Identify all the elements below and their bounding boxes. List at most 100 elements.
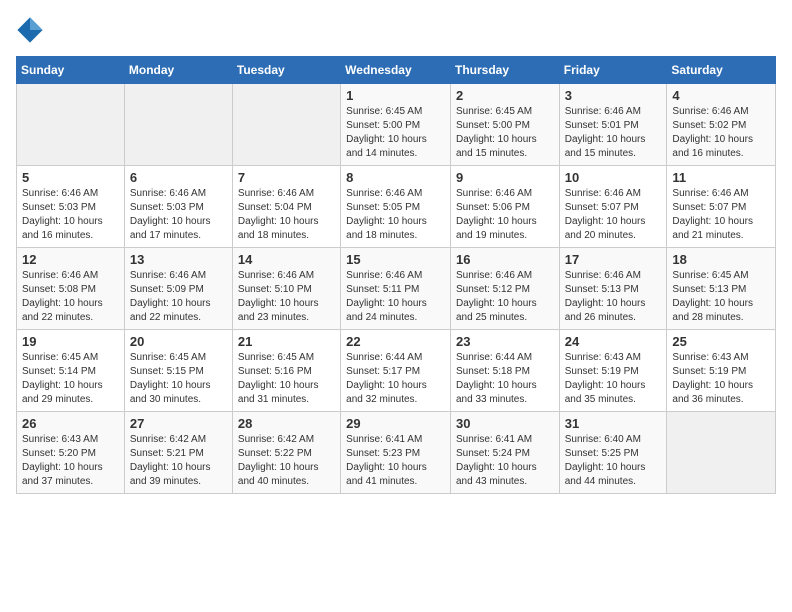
day-cell: 20 Sunrise: 6:45 AMSunset: 5:15 PMDayligh… bbox=[124, 330, 232, 412]
day-cell: 27 Sunrise: 6:42 AMSunset: 5:21 PMDayligh… bbox=[124, 412, 232, 494]
day-cell: 23 Sunrise: 6:44 AMSunset: 5:18 PMDayligh… bbox=[450, 330, 559, 412]
calendar-body: 1 Sunrise: 6:45 AMSunset: 5:00 PMDaylight… bbox=[17, 84, 776, 494]
day-number: 7 bbox=[238, 170, 335, 185]
day-number: 22 bbox=[346, 334, 445, 349]
day-number: 3 bbox=[565, 88, 662, 103]
header-row: SundayMondayTuesdayWednesdayThursdayFrid… bbox=[17, 57, 776, 84]
day-cell: 14 Sunrise: 6:46 AMSunset: 5:10 PMDayligh… bbox=[232, 248, 340, 330]
day-info: Sunrise: 6:45 AMSunset: 5:16 PMDaylight:… bbox=[238, 351, 335, 407]
day-number: 16 bbox=[456, 252, 554, 267]
day-info: Sunrise: 6:44 AMSunset: 5:17 PMDaylight:… bbox=[346, 351, 445, 407]
day-number: 2 bbox=[456, 88, 554, 103]
day-cell: 21 Sunrise: 6:45 AMSunset: 5:16 PMDayligh… bbox=[232, 330, 340, 412]
day-info: Sunrise: 6:46 AMSunset: 5:11 PMDaylight:… bbox=[346, 269, 445, 325]
day-cell: 2 Sunrise: 6:45 AMSunset: 5:00 PMDaylight… bbox=[450, 84, 559, 166]
day-cell: 10 Sunrise: 6:46 AMSunset: 5:07 PMDayligh… bbox=[559, 166, 667, 248]
day-cell: 9 Sunrise: 6:46 AMSunset: 5:06 PMDaylight… bbox=[450, 166, 559, 248]
header-cell-tuesday: Tuesday bbox=[232, 57, 340, 84]
day-info: Sunrise: 6:43 AMSunset: 5:20 PMDaylight:… bbox=[22, 433, 119, 489]
day-number: 12 bbox=[22, 252, 119, 267]
day-cell: 30 Sunrise: 6:41 AMSunset: 5:24 PMDayligh… bbox=[450, 412, 559, 494]
day-info: Sunrise: 6:46 AMSunset: 5:08 PMDaylight:… bbox=[22, 269, 119, 325]
day-number: 6 bbox=[130, 170, 227, 185]
day-info: Sunrise: 6:46 AMSunset: 5:12 PMDaylight:… bbox=[456, 269, 554, 325]
day-info: Sunrise: 6:46 AMSunset: 5:03 PMDaylight:… bbox=[130, 187, 227, 243]
day-number: 19 bbox=[22, 334, 119, 349]
day-cell: 16 Sunrise: 6:46 AMSunset: 5:12 PMDayligh… bbox=[450, 248, 559, 330]
day-cell: 19 Sunrise: 6:45 AMSunset: 5:14 PMDayligh… bbox=[17, 330, 125, 412]
day-info: Sunrise: 6:44 AMSunset: 5:18 PMDaylight:… bbox=[456, 351, 554, 407]
header-cell-thursday: Thursday bbox=[450, 57, 559, 84]
day-number: 21 bbox=[238, 334, 335, 349]
day-info: Sunrise: 6:46 AMSunset: 5:06 PMDaylight:… bbox=[456, 187, 554, 243]
day-info: Sunrise: 6:41 AMSunset: 5:24 PMDaylight:… bbox=[456, 433, 554, 489]
day-cell: 7Sunrise: 6:46 AMSunset: 5:04 PMDaylight… bbox=[232, 166, 340, 248]
day-number: 4 bbox=[672, 88, 770, 103]
day-cell: 6 Sunrise: 6:46 AMSunset: 5:03 PMDaylight… bbox=[124, 166, 232, 248]
day-number: 26 bbox=[22, 416, 119, 431]
day-number: 8 bbox=[346, 170, 445, 185]
day-number: 18 bbox=[672, 252, 770, 267]
calendar-header: SundayMondayTuesdayWednesdayThursdayFrid… bbox=[17, 57, 776, 84]
day-info: Sunrise: 6:45 AMSunset: 5:15 PMDaylight:… bbox=[130, 351, 227, 407]
day-cell: 18 Sunrise: 6:45 AMSunset: 5:13 PMDayligh… bbox=[667, 248, 776, 330]
day-cell: 4Sunrise: 6:46 AMSunset: 5:02 PMDaylight… bbox=[667, 84, 776, 166]
day-info: Sunrise: 6:46 AMSunset: 5:05 PMDaylight:… bbox=[346, 187, 445, 243]
header-cell-sunday: Sunday bbox=[17, 57, 125, 84]
day-number: 13 bbox=[130, 252, 227, 267]
page-header bbox=[16, 16, 776, 44]
day-cell bbox=[17, 84, 125, 166]
day-cell: 28Sunrise: 6:42 AMSunset: 5:22 PMDayligh… bbox=[232, 412, 340, 494]
day-info: Sunrise: 6:46 AMSunset: 5:07 PMDaylight:… bbox=[565, 187, 662, 243]
day-info: Sunrise: 6:42 AMSunset: 5:21 PMDaylight:… bbox=[130, 433, 227, 489]
day-info: Sunrise: 6:43 AMSunset: 5:19 PMDaylight:… bbox=[565, 351, 662, 407]
day-info: Sunrise: 6:45 AMSunset: 5:14 PMDaylight:… bbox=[22, 351, 119, 407]
day-info: Sunrise: 6:46 AMSunset: 5:09 PMDaylight:… bbox=[130, 269, 227, 325]
day-cell: 26 Sunrise: 6:43 AMSunset: 5:20 PMDayligh… bbox=[17, 412, 125, 494]
day-cell: 1 Sunrise: 6:45 AMSunset: 5:00 PMDaylight… bbox=[341, 84, 451, 166]
day-info: Sunrise: 6:45 AMSunset: 5:13 PMDaylight:… bbox=[672, 269, 770, 325]
day-number: 29 bbox=[346, 416, 445, 431]
week-row-2: 5Sunrise: 6:46 AMSunset: 5:03 PMDaylight… bbox=[17, 166, 776, 248]
day-info: Sunrise: 6:46 AMSunset: 5:10 PMDaylight:… bbox=[238, 269, 335, 325]
day-number: 1 bbox=[346, 88, 445, 103]
day-info: Sunrise: 6:45 AMSunset: 5:00 PMDaylight:… bbox=[456, 105, 554, 161]
logo bbox=[16, 16, 48, 44]
day-number: 23 bbox=[456, 334, 554, 349]
day-cell: 25Sunrise: 6:43 AMSunset: 5:19 PMDayligh… bbox=[667, 330, 776, 412]
header-cell-monday: Monday bbox=[124, 57, 232, 84]
calendar-table: SundayMondayTuesdayWednesdayThursdayFrid… bbox=[16, 56, 776, 494]
day-number: 9 bbox=[456, 170, 554, 185]
day-number: 14 bbox=[238, 252, 335, 267]
week-row-5: 26 Sunrise: 6:43 AMSunset: 5:20 PMDayligh… bbox=[17, 412, 776, 494]
header-cell-saturday: Saturday bbox=[667, 57, 776, 84]
day-number: 20 bbox=[130, 334, 227, 349]
day-number: 17 bbox=[565, 252, 662, 267]
day-cell: 31Sunrise: 6:40 AMSunset: 5:25 PMDayligh… bbox=[559, 412, 667, 494]
day-cell: 5Sunrise: 6:46 AMSunset: 5:03 PMDaylight… bbox=[17, 166, 125, 248]
logo-icon bbox=[16, 16, 44, 44]
week-row-3: 12 Sunrise: 6:46 AMSunset: 5:08 PMDayligh… bbox=[17, 248, 776, 330]
day-cell: 3Sunrise: 6:46 AMSunset: 5:01 PMDaylight… bbox=[559, 84, 667, 166]
week-row-1: 1 Sunrise: 6:45 AMSunset: 5:00 PMDaylight… bbox=[17, 84, 776, 166]
day-info: Sunrise: 6:40 AMSunset: 5:25 PMDaylight:… bbox=[565, 433, 662, 489]
day-cell: 24 Sunrise: 6:43 AMSunset: 5:19 PMDayligh… bbox=[559, 330, 667, 412]
day-number: 11 bbox=[672, 170, 770, 185]
week-row-4: 19 Sunrise: 6:45 AMSunset: 5:14 PMDayligh… bbox=[17, 330, 776, 412]
day-number: 15 bbox=[346, 252, 445, 267]
day-cell: 12 Sunrise: 6:46 AMSunset: 5:08 PMDayligh… bbox=[17, 248, 125, 330]
day-number: 27 bbox=[130, 416, 227, 431]
day-info: Sunrise: 6:45 AMSunset: 5:00 PMDaylight:… bbox=[346, 105, 445, 161]
day-number: 24 bbox=[565, 334, 662, 349]
day-number: 30 bbox=[456, 416, 554, 431]
day-info: Sunrise: 6:46 AMSunset: 5:07 PMDaylight:… bbox=[672, 187, 770, 243]
day-cell: 13 Sunrise: 6:46 AMSunset: 5:09 PMDayligh… bbox=[124, 248, 232, 330]
header-cell-wednesday: Wednesday bbox=[341, 57, 451, 84]
day-number: 10 bbox=[565, 170, 662, 185]
header-cell-friday: Friday bbox=[559, 57, 667, 84]
day-info: Sunrise: 6:46 AMSunset: 5:13 PMDaylight:… bbox=[565, 269, 662, 325]
day-cell: 29Sunrise: 6:41 AMSunset: 5:23 PMDayligh… bbox=[341, 412, 451, 494]
day-cell: 15 Sunrise: 6:46 AMSunset: 5:11 PMDayligh… bbox=[341, 248, 451, 330]
day-number: 28 bbox=[238, 416, 335, 431]
day-cell bbox=[124, 84, 232, 166]
